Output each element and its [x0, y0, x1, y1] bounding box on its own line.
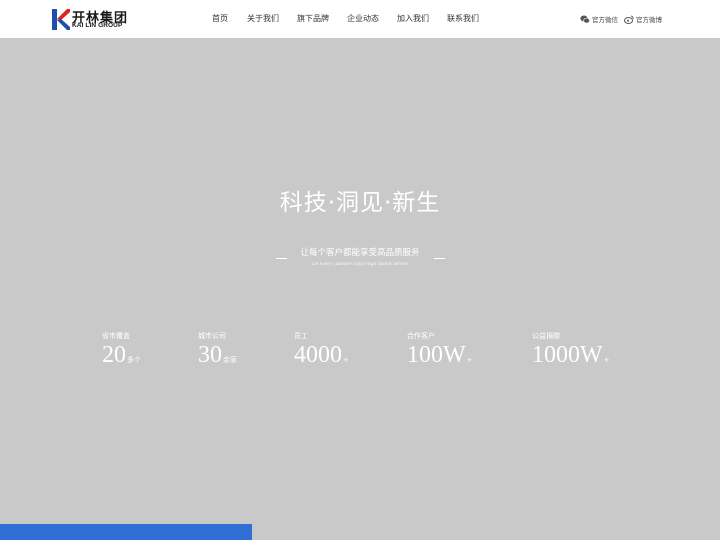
brand-logo[interactable]: 开林集团 KAI LIN GROUP [52, 9, 134, 31]
stat-city-companies: 城市公司 30余家 [198, 331, 237, 368]
stat-value: 100W [407, 342, 466, 368]
weibo-icon [624, 15, 634, 24]
stat-provinces: 省市覆盖 20多个 [102, 331, 141, 368]
brand-name-en: KAI LIN GROUP [72, 22, 123, 29]
stat-employees: 员工 4000+ [294, 331, 349, 368]
hero-title: 科技·洞见·新生 [279, 190, 441, 216]
stat-label: 城市公司 [198, 332, 226, 340]
stat-label: 合作客户 [407, 332, 435, 340]
stat-value: 4000 [294, 342, 342, 368]
stat-suffix: + [603, 356, 610, 364]
nav-item-about[interactable]: 关于我们 [247, 13, 279, 24]
nav-item-join[interactable]: 加入我们 [397, 13, 429, 24]
stat-suffix: 余家 [223, 356, 237, 364]
tagline-left-dash [276, 258, 287, 259]
stat-label: 省市覆盖 [102, 332, 130, 340]
tagline-right-dash [434, 258, 445, 259]
official-wechat-link[interactable]: 官方微信 [580, 14, 618, 24]
stat-value: 30 [198, 342, 222, 368]
bottom-accent-bar [0, 524, 252, 540]
hero-tagline: 让每个客户都能享受高品质服务 [0, 246, 720, 260]
stat-charity-donations: 公益捐赠 1000W+ [532, 331, 610, 368]
nav-item-home[interactable]: 首页 [212, 13, 228, 24]
weibo-label: 官方微博 [636, 16, 662, 24]
tagline-en: Let Every Customer Enjoy High Quality Se… [311, 262, 409, 267]
nav-item-news[interactable]: 企业动态 [347, 13, 379, 24]
stat-label: 员工 [294, 332, 308, 340]
stat-value: 1000W [532, 342, 603, 368]
official-weibo-link[interactable]: 官方微博 [624, 14, 662, 24]
stat-suffix: + [343, 356, 349, 364]
tagline-cn: 让每个客户都能享受高品质服务 [300, 248, 420, 258]
nav-item-contact[interactable]: 联系我们 [447, 13, 479, 24]
wechat-icon [580, 15, 590, 23]
stat-value: 20 [102, 342, 126, 368]
stat-suffix: + [466, 356, 473, 364]
nav-item-brands[interactable]: 旗下品牌 [297, 13, 329, 24]
stat-label: 公益捐赠 [532, 332, 560, 340]
wechat-label: 官方微信 [592, 16, 618, 24]
stat-suffix: 多个 [127, 356, 141, 364]
site-header: 开林集团 KAI LIN GROUP 首页 关于我们 旗下品牌 企业动态 加入我… [0, 0, 720, 38]
kailin-logo-mark-icon [52, 9, 70, 30]
stat-partner-clients: 合作客户 100W+ [407, 331, 473, 368]
